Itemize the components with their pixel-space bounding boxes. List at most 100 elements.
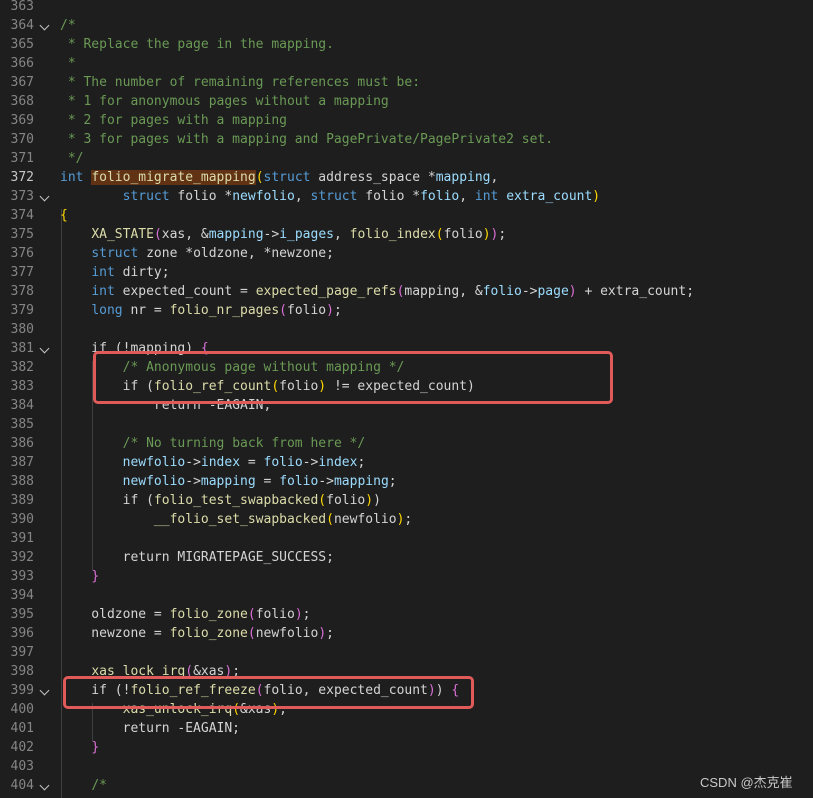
code-line[interactable]: 388 newfolio->mapping = folio->mapping;	[0, 472, 813, 491]
code-token: folio	[443, 227, 483, 242]
code-token: mapping, &	[404, 284, 483, 299]
code-text: }	[60, 738, 99, 757]
code-line[interactable]: 403	[0, 757, 813, 776]
code-token: ;	[404, 512, 413, 527]
highlight-box-ref-freeze	[63, 676, 474, 709]
code-token: /* No turning back from here */	[122, 436, 366, 451]
code-token: ->	[263, 227, 280, 242]
code-line[interactable]: 389 if (folio_test_swapbacked(folio))	[0, 491, 813, 510]
code-line[interactable]: 391	[0, 529, 813, 548]
line-number: 403	[10, 759, 34, 774]
fold-chevron-icon[interactable]	[39, 780, 50, 791]
line-number: 384	[10, 398, 34, 413]
code-token: * 3 for pages with a mapping and PagePri…	[60, 132, 554, 147]
code-line[interactable]: 372 int folio_migrate_mapping(struct addr…	[0, 168, 813, 187]
code-line[interactable]: 365 * Replace the page in the mapping.	[0, 35, 813, 54]
line-number: 396	[10, 626, 34, 641]
code-token: ->	[318, 474, 334, 489]
code-token: mapping	[200, 474, 256, 489]
code-token: folio_index	[349, 227, 436, 242]
code-token: ;	[302, 607, 311, 622]
code-token: if (	[60, 493, 154, 508]
code-token: mapping	[435, 170, 491, 185]
code-line[interactable]: 378 int expected_count = expected_page_r…	[0, 282, 813, 301]
code-token: )	[294, 607, 303, 622]
code-line[interactable]: 387 newfolio->index = folio->index;	[0, 453, 813, 472]
code-token: ->	[185, 455, 201, 470]
code-token: folio_zone	[169, 607, 248, 622]
code-line[interactable]: 402 }	[0, 738, 813, 757]
line-number: 394	[10, 588, 34, 603]
line-number: 395	[10, 607, 34, 622]
code-line[interactable]: 364 /*	[0, 16, 813, 35]
line-number: 388	[10, 474, 34, 489]
code-text: {	[60, 206, 68, 225]
line-number: 389	[10, 493, 34, 508]
code-token: __folio_set_swapbacked	[153, 512, 327, 527]
highlight-box-anonymous-check	[93, 351, 613, 404]
code-line[interactable]: 374 {	[0, 206, 813, 225]
code-token: ,	[333, 227, 350, 242]
code-line[interactable]: 393 }	[0, 567, 813, 586]
code-token: =	[240, 455, 264, 470]
code-token: (	[279, 303, 287, 318]
code-line[interactable]: 394	[0, 586, 813, 605]
line-number: 369	[10, 113, 34, 128]
code-line[interactable]: 373 struct folio *newfolio, struct folio…	[0, 187, 813, 206]
code-token: ;	[388, 474, 397, 489]
code-line[interactable]: 396 newzone = folio_zone(newfolio);	[0, 624, 813, 643]
line-number: 364	[10, 18, 34, 33]
line-number: 374	[10, 208, 34, 223]
code-token: struct	[263, 170, 311, 185]
code-line[interactable]: 375 XA_STATE(xas, &mapping->i_pages, fol…	[0, 225, 813, 244]
code-line[interactable]: 380	[0, 320, 813, 339]
code-token: i_pages	[279, 227, 334, 242]
line-number: 392	[10, 550, 34, 565]
code-token: int	[91, 265, 115, 280]
code-line[interactable]: 366 *	[0, 54, 813, 73]
code-token: index	[200, 455, 241, 470]
code-token: (	[318, 493, 327, 508]
code-token: XA_STATE	[91, 227, 154, 242]
code-line[interactable]: 390 __folio_set_swapbacked(newfolio);	[0, 510, 813, 529]
code-line[interactable]: 395 oldzone = folio_zone(folio);	[0, 605, 813, 624]
code-line[interactable]: 379 long nr = folio_nr_pages(folio);	[0, 301, 813, 320]
fold-chevron-icon[interactable]	[39, 191, 50, 202]
code-line[interactable]: 370 * 3 for pages with a mapping and Pag…	[0, 130, 813, 149]
code-token: mapping	[208, 227, 264, 242]
code-line[interactable]: 386 /* No turning back from here */	[0, 434, 813, 453]
code-line[interactable]: 401 return -EAGAIN;	[0, 719, 813, 738]
code-line[interactable]: 376 struct zone *oldzone, *newzone;	[0, 244, 813, 263]
code-token: newfolio	[232, 189, 295, 204]
fold-chevron-icon[interactable]	[39, 20, 50, 31]
line-number: 366	[10, 56, 34, 71]
code-token: =	[255, 474, 280, 489]
fold-chevron-icon[interactable]	[39, 343, 50, 354]
code-line[interactable]: 392 return MIGRATEPAGE_SUCCESS;	[0, 548, 813, 567]
code-text: return MIGRATEPAGE_SUCCESS;	[60, 548, 334, 567]
code-text: * 3 for pages with a mapping and PagePri…	[60, 130, 553, 149]
code-line[interactable]: 369 * 2 for pages with a mapping	[0, 111, 813, 130]
code-line[interactable]: 404 /*	[0, 776, 813, 795]
code-line[interactable]: 371 */	[0, 149, 813, 168]
code-text: newfolio->index = folio->index;	[60, 453, 366, 472]
code-token: folio *	[169, 189, 233, 204]
code-token: newfolio	[333, 512, 397, 527]
code-line[interactable]: 363	[0, 0, 813, 16]
code-token: )	[326, 303, 334, 318]
code-line[interactable]: 377 int dirty;	[0, 263, 813, 282]
code-line[interactable]: 385	[0, 415, 813, 434]
code-token: dirty;	[114, 265, 170, 280]
code-token: struct	[310, 189, 358, 204]
code-line[interactable]: 368 * 1 for anonymous pages without a ma…	[0, 92, 813, 111]
code-line[interactable]: 367 * The number of remaining references…	[0, 73, 813, 92]
code-token: folio	[482, 284, 522, 299]
code-line[interactable]: 397	[0, 643, 813, 662]
code-token: oldzone =	[60, 607, 170, 622]
fold-chevron-icon[interactable]	[39, 685, 50, 696]
line-number: 393	[10, 569, 34, 584]
line-number: 383	[10, 379, 34, 394]
